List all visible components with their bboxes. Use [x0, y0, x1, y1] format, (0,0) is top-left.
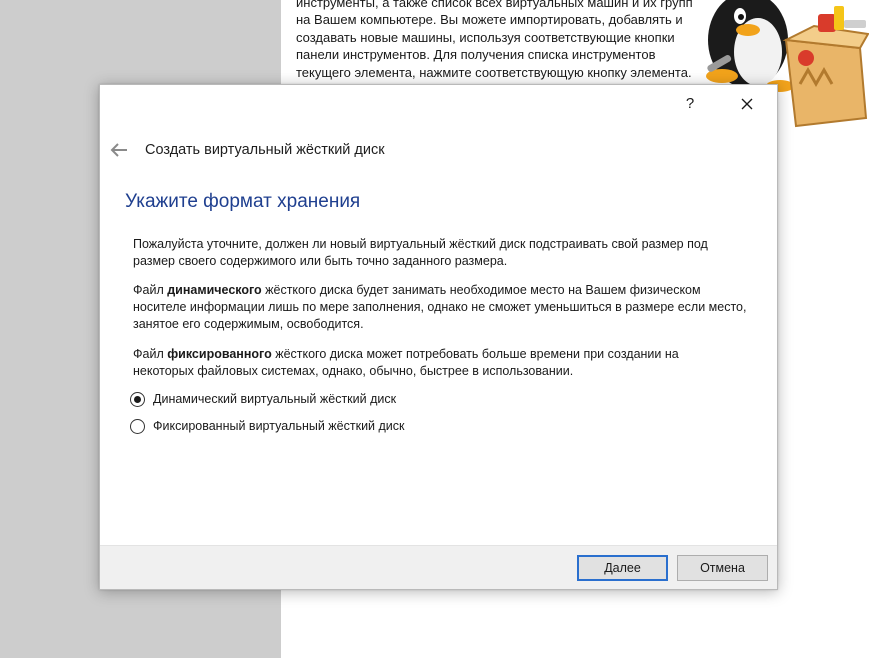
text-prefix: Файл [133, 347, 168, 361]
back-arrow-icon[interactable] [109, 140, 129, 160]
page-heading: Укажите формат хранения [125, 191, 361, 212]
wizard-title: Создать виртуальный жёсткий диск [145, 142, 385, 158]
welcome-line: на Вашем компьютере. Вы можете импортиро… [296, 12, 683, 28]
paragraph-line: носителе информации лишь по мере заполне… [133, 300, 747, 314]
text-prefix: Файл [133, 283, 168, 297]
welcome-line: панели инструментов. Для получения списк… [296, 47, 656, 63]
paragraph-line: Файл динамического жёсткого диска будет … [133, 282, 753, 299]
help-button[interactable]: ? [676, 93, 704, 115]
dynamic-description: Файл динамического жёсткого диска будет … [133, 282, 753, 333]
welcome-text: инструменты, а также список всех виртуал… [296, 0, 696, 81]
text-rest: жёсткого диска может потребовать больше … [271, 347, 679, 361]
radio-button[interactable] [130, 391, 145, 407]
bold-term: фиксированного [167, 347, 272, 361]
button-bar: Далее Отмена [100, 545, 777, 589]
paragraph-line: размер своего содержимого или быть точно… [133, 254, 508, 268]
welcome-line: создавать новые машины, используя соотве… [296, 29, 675, 45]
cancel-button[interactable]: Отмена [677, 555, 768, 581]
close-icon[interactable] [734, 93, 760, 115]
fixed-disk-option[interactable]: Фиксированный виртуальный жёсткий диск [130, 417, 405, 435]
paragraph-line: Файл фиксированного жёсткого диска может… [133, 346, 753, 363]
next-button[interactable]: Далее [577, 555, 668, 581]
paragraph-line: некоторых файловых системах, однако, обы… [133, 364, 574, 378]
radio-label[interactable]: Динамический виртуальный жёсткий диск [153, 392, 396, 406]
bold-term: динамического [167, 283, 262, 297]
welcome-line: инструменты, а также список всех виртуал… [296, 0, 693, 10]
dynamic-disk-option[interactable]: Динамический виртуальный жёсткий диск [130, 390, 396, 408]
fixed-description: Файл фиксированного жёсткого диска может… [133, 346, 753, 380]
radio-button[interactable] [130, 418, 145, 434]
paragraph-line: Пожалуйста уточните, должен ли новый вир… [133, 237, 708, 251]
intro-paragraph: Пожалуйста уточните, должен ли новый вир… [133, 236, 753, 270]
text-rest: жёсткого диска будет занимать необходимо… [261, 283, 701, 297]
welcome-line: текущего элемента, нажмите соответствующ… [296, 64, 692, 80]
paragraph-line: занятое его содержимым, освободится. [133, 317, 364, 331]
radio-label[interactable]: Фиксированный виртуальный жёсткий диск [153, 419, 405, 433]
create-virtual-disk-dialog: ? Создать виртуальный жёсткий диск Укажи… [99, 84, 778, 590]
